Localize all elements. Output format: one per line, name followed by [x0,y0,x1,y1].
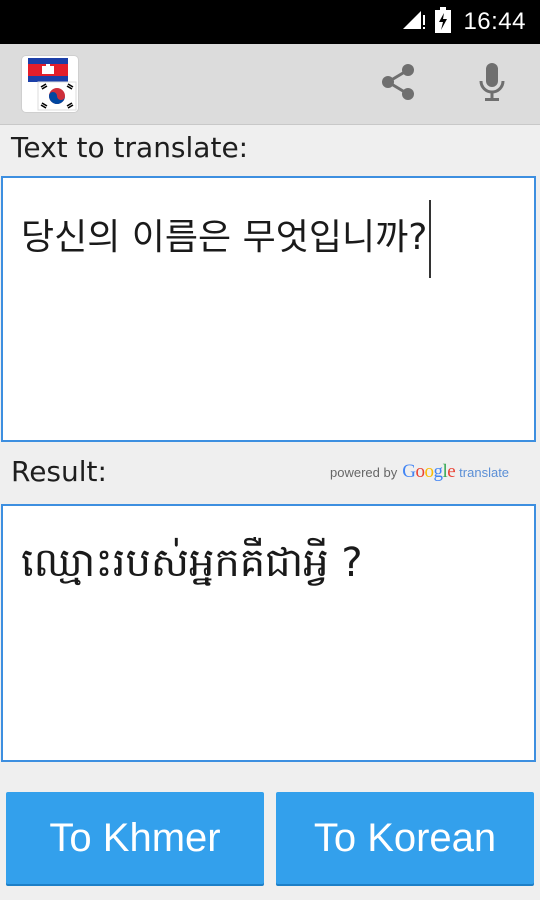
voice-input-button[interactable] [466,62,518,106]
microphone-icon [477,61,507,107]
google-logo: Google [402,461,456,482]
to-korean-button[interactable]: To Korean [276,792,534,884]
to-khmer-button[interactable]: To Khmer [6,792,264,884]
cambodia-korea-flags-icon[interactable] [22,56,78,112]
text-caret [429,200,432,278]
status-time: 16:44 [463,8,526,35]
result-text-value: ឈ្មោះរបស់អ្នកគឺជាអ្វី ? [21,540,363,586]
result-text-box[interactable]: ឈ្មោះរបស់អ្នកគឺជាអ្វី ? [1,504,536,762]
powered-by-text: powered by [330,464,398,480]
share-icon [378,62,418,106]
input-label: Text to translate: [11,131,249,164]
status-bar: 16:44 [0,0,540,44]
action-bar [0,44,540,125]
source-text-value: 당신의 이름은 무엇입니까? [21,217,428,258]
signal-icon [401,9,426,36]
result-label: Result: [11,455,107,488]
source-text-input[interactable]: 당신의 이름은 무엇입니까? [1,176,536,442]
translate-text: translate [459,464,510,480]
battery-charging-icon [435,6,452,38]
google-translate-attribution: powered by Google translate [330,460,509,484]
share-button[interactable] [372,62,424,106]
